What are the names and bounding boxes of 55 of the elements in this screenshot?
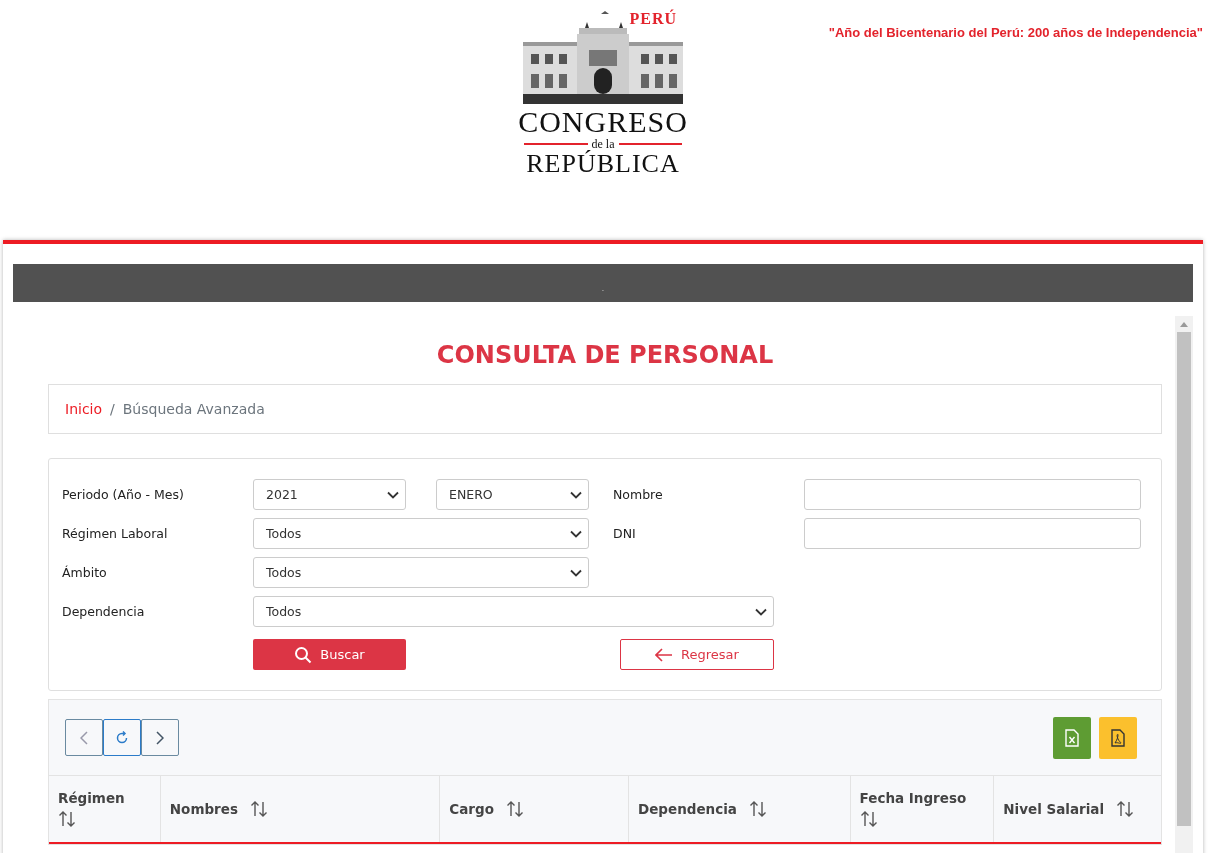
- back-button[interactable]: Regresar: [620, 639, 774, 670]
- name-input[interactable]: [804, 479, 1141, 510]
- dni-input[interactable]: [804, 518, 1141, 549]
- column-header[interactable]: Cargo: [440, 776, 629, 842]
- scroll-up-icon: [1180, 322, 1188, 327]
- pdf-export-button[interactable]: [1099, 716, 1137, 759]
- chevron-down-icon: [570, 568, 582, 577]
- chevron-down-icon: [570, 490, 582, 499]
- excel-file-icon: [1065, 728, 1079, 747]
- refresh-icon: [115, 730, 129, 745]
- chevron-down-icon: [755, 607, 767, 616]
- chevron-down-icon: [387, 490, 399, 499]
- sort-icon: [859, 810, 878, 828]
- logo-subtitle-text: de la: [591, 138, 615, 150]
- page-title: CONSULTA DE PERSONAL: [435, 340, 775, 370]
- chevron-right-icon: [156, 730, 164, 745]
- column-header[interactable]: Dependencia: [628, 776, 851, 842]
- select-field[interactable]: Todos: [253, 557, 589, 588]
- logo-country-text: PERÚ: [629, 10, 677, 28]
- column-header[interactable]: Régimen: [49, 776, 161, 842]
- motto-text: "Año del Bicentenario del Perú: 200 años de Independencia": [828, 25, 1203, 40]
- chevron-down-icon: [570, 529, 582, 538]
- arrow-left-icon: [655, 647, 674, 662]
- chevron-left-icon: [80, 730, 88, 745]
- field-label: Régimen Laboral: [62, 525, 169, 543]
- sort-icon: [249, 800, 268, 818]
- select-field[interactable]: Todos: [253, 518, 589, 549]
- search-button[interactable]: Buscar: [253, 639, 406, 670]
- refresh-button[interactable]: [103, 719, 141, 756]
- field-label: Dependencia: [62, 603, 146, 621]
- column-header[interactable]: Nivel Salarial: [994, 776, 1161, 842]
- select-field[interactable]: ENERO: [436, 479, 589, 510]
- search-icon: [294, 645, 313, 664]
- logo-title-text: CONGRESO: [518, 106, 688, 138]
- select-field[interactable]: 2021: [253, 479, 406, 510]
- field-label: DNI: [613, 525, 637, 543]
- sort-icon: [58, 810, 76, 828]
- field-label: Periodo (Año - Mes): [62, 486, 185, 504]
- next-button[interactable]: [141, 719, 179, 756]
- previous-button[interactable]: [65, 719, 103, 756]
- sort-icon: [505, 800, 524, 818]
- breadcrumb-current: Búsqueda Avanzada: [122, 401, 265, 417]
- excel-export-button[interactable]: [1053, 716, 1091, 759]
- pdf-file-icon: [1111, 728, 1125, 747]
- field-label: Nombre: [613, 486, 664, 504]
- column-header[interactable]: Fecha Ingreso: [850, 776, 995, 842]
- breadcrumb-link[interactable]: Inicio: [65, 401, 103, 417]
- select-field[interactable]: Todos: [253, 596, 774, 627]
- logo-title-text: REPÚBLICA: [526, 150, 680, 178]
- sort-icon: [1116, 800, 1135, 818]
- scrollbar[interactable]: [1175, 316, 1193, 853]
- column-header[interactable]: Nombres: [160, 776, 441, 842]
- breadcrumb-separator: /: [110, 401, 115, 417]
- sort-icon: [748, 800, 767, 818]
- field-label: Ámbito: [62, 564, 108, 582]
